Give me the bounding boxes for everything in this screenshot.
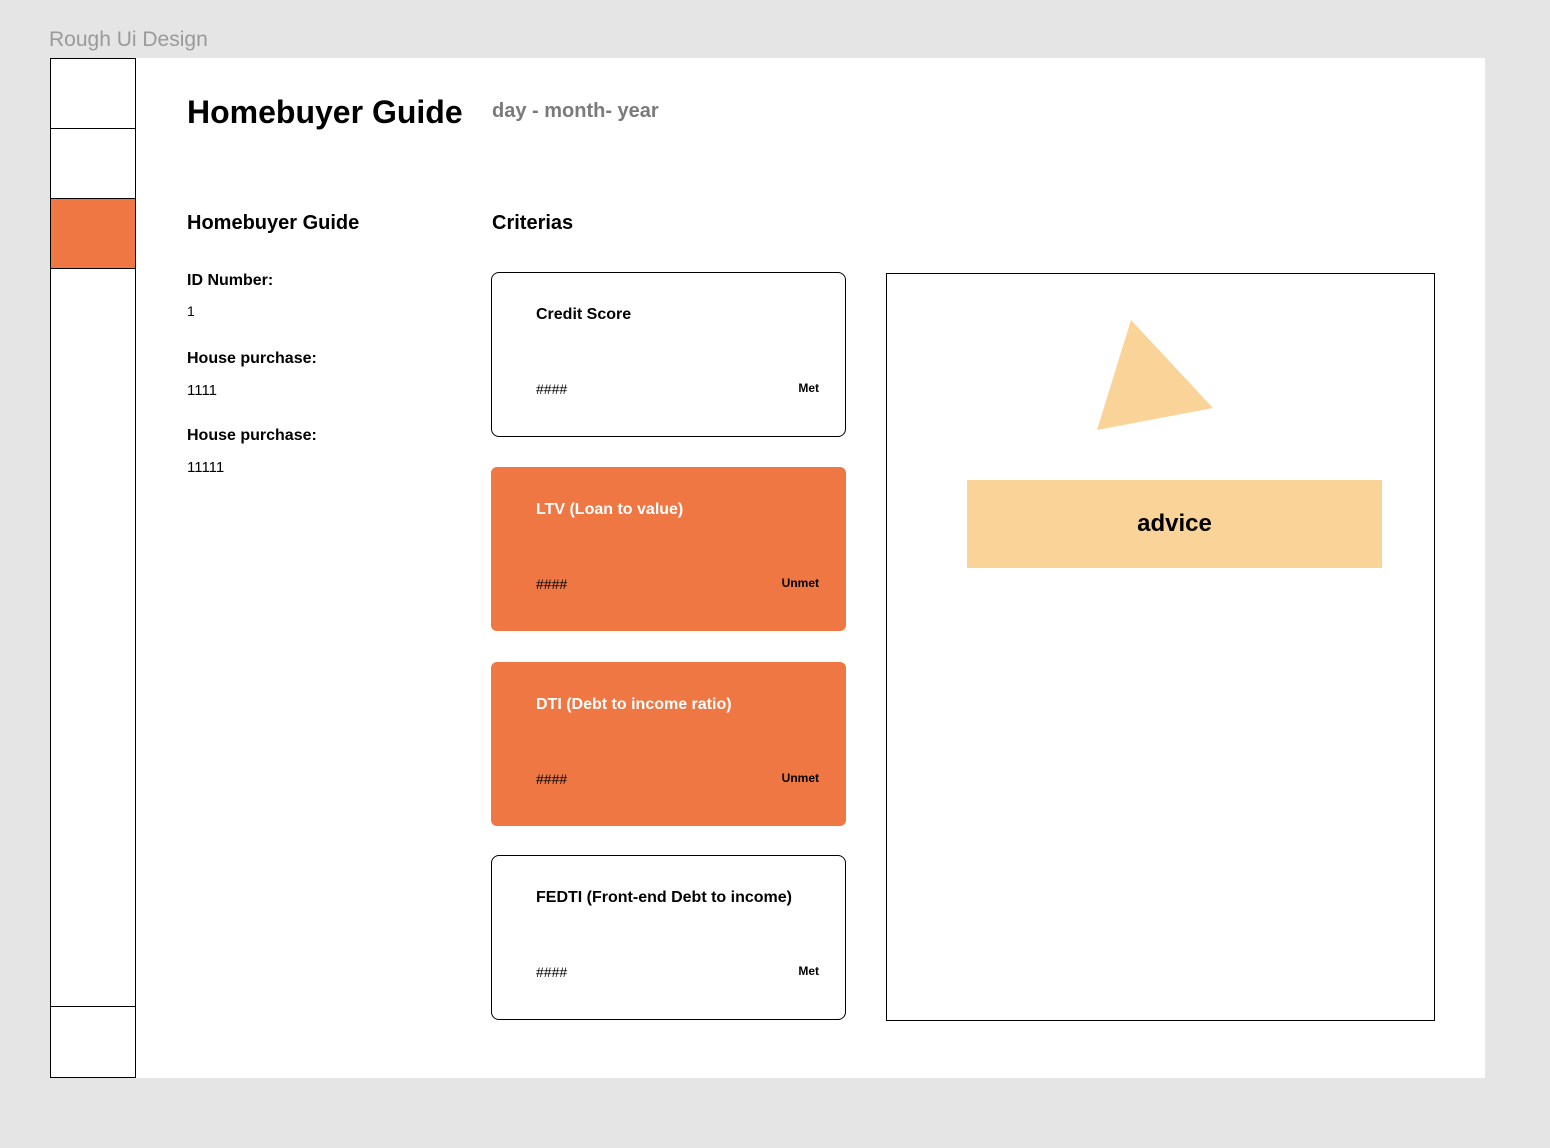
- card-title: DTI (Debt to income ratio): [536, 696, 732, 713]
- criteria-card-ltv[interactable]: LTV (Loan to value) #### Unmet: [491, 467, 846, 631]
- status-badge: Unmet: [781, 576, 819, 590]
- card-value: ####: [536, 381, 568, 397]
- criteria-card-dti[interactable]: DTI (Debt to income ratio) #### Unmet: [491, 662, 846, 826]
- app-frame: Homebuyer Guide day - month- year Homebu…: [50, 58, 1485, 1078]
- card-title: LTV (Loan to value): [536, 501, 684, 518]
- page-title: Homebuyer Guide: [187, 94, 463, 130]
- criteria-card-credit-score[interactable]: Credit Score #### Met: [491, 272, 846, 437]
- status-badge: Met: [798, 381, 819, 395]
- advice-button[interactable]: advice: [967, 480, 1382, 568]
- sidebar-item-3-active[interactable]: [51, 199, 135, 269]
- card-value: ####: [536, 964, 568, 980]
- card-title: FEDTI (Front-end Debt to income): [536, 889, 792, 906]
- sidebar-item-1[interactable]: [51, 59, 135, 129]
- house-purchase-label-2: House purchase:: [187, 427, 317, 444]
- sidebar-item-bottom[interactable]: [51, 1006, 135, 1077]
- id-number-value: 1: [187, 303, 195, 319]
- info-section-title: Homebuyer Guide: [187, 212, 360, 234]
- criteria-card-fedti[interactable]: FEDTI (Front-end Debt to income) #### Me…: [491, 855, 846, 1020]
- card-value: ####: [536, 576, 568, 592]
- status-badge: Unmet: [781, 771, 819, 785]
- house-purchase-value-2: 11111: [187, 459, 225, 476]
- id-number-label: ID Number:: [187, 272, 274, 289]
- criteria-section-title: Criterias: [492, 212, 574, 234]
- frame-label: Rough Ui Design: [49, 28, 208, 51]
- sidebar-item-2[interactable]: [51, 129, 135, 199]
- card-title: Credit Score: [536, 306, 632, 323]
- card-value: ####: [536, 771, 568, 787]
- triangle-icon: [1097, 320, 1213, 430]
- page-date: day - month- year: [492, 100, 659, 122]
- advice-panel: advice: [886, 273, 1435, 1021]
- status-badge: Met: [798, 964, 819, 978]
- house-purchase-value-1: 1111: [187, 382, 218, 399]
- sidebar: [50, 58, 136, 1078]
- house-purchase-label-1: House purchase:: [187, 350, 317, 367]
